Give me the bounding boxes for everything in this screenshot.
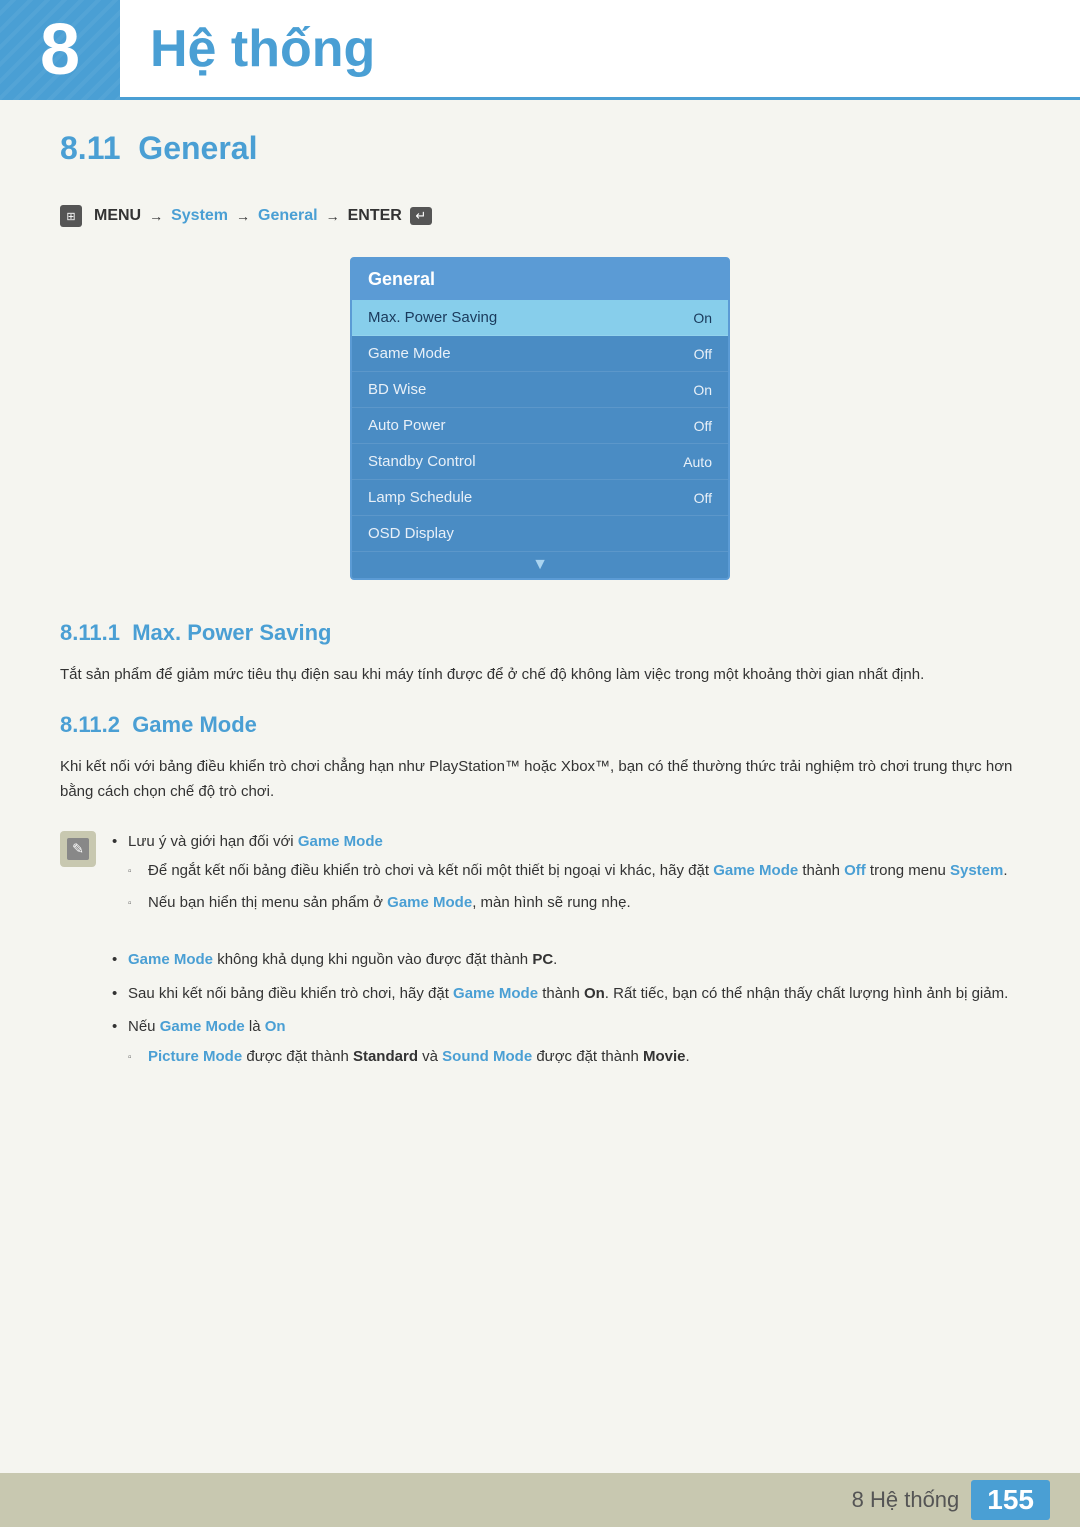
note-bullet-list: Lưu ý và giới hạn đối với Game Mode Để n…	[112, 829, 1020, 916]
on-hl-2: On	[265, 1018, 286, 1035]
bullet-game-mode-pc: Game Mode không khả dụng khi nguồn vào đ…	[112, 947, 1020, 973]
page-number: 155	[971, 1480, 1050, 1520]
section-title: General	[138, 130, 257, 166]
note-sub-item-2: Nếu bạn hiển thị menu sản phẩm ở Game Mo…	[128, 890, 1020, 916]
footer: 8 Hệ thống 155	[0, 1473, 1080, 1527]
sound-mode-hl: Sound Mode	[442, 1048, 532, 1065]
game-mode-hl-6: Game Mode	[160, 1018, 245, 1035]
game-mode-hl-4: Game Mode	[128, 951, 213, 968]
arrow-1: →	[149, 208, 163, 224]
note-section: Lưu ý và giới hạn đối với Game Mode Để n…	[60, 829, 1020, 924]
menu-label: MENU	[94, 207, 141, 225]
item-label-game-mode: Game Mode	[368, 345, 451, 362]
note-sub-item-1: Để ngắt kết nối bảng điều khiển trò chơi…	[128, 858, 1020, 884]
menu-item-game-mode[interactable]: Game Mode Off	[352, 336, 728, 372]
enter-icon	[410, 207, 432, 225]
system-hl: System	[950, 862, 1003, 879]
subsection-812-heading: 8.11.2 Game Mode	[60, 712, 1020, 738]
item-label-bd-wise: BD Wise	[368, 381, 426, 398]
item-value-bd-wise: On	[693, 382, 712, 398]
game-mode-highlight-1: Game Mode	[298, 833, 383, 850]
pc-hl: PC	[532, 951, 553, 968]
menu-system: System	[171, 207, 228, 225]
picture-mode-hl: Picture Mode	[148, 1048, 242, 1065]
scroll-indicator: ▼	[352, 552, 728, 578]
chapter-title: Hệ thống	[150, 19, 375, 79]
menu-item-osd-display[interactable]: OSD Display	[352, 516, 728, 552]
item-label-standby: Standby Control	[368, 453, 476, 470]
subsection-812-body: Khi kết nối với bảng điều khiển trò chơi…	[60, 754, 1020, 805]
standard-hl: Standard	[353, 1048, 418, 1065]
menu-path: ⊞ MENU → System → General → ENTER	[60, 205, 1020, 227]
subsection-812-title: Game Mode	[132, 712, 257, 737]
general-menu: General Max. Power Saving On Game Mode O…	[350, 257, 730, 580]
item-value-max-power: On	[693, 310, 712, 326]
item-label-max-power: Max. Power Saving	[368, 309, 497, 326]
chapter-header: 8 Hệ thống	[0, 0, 1080, 100]
main-content: 8.11 General ⊞ MENU → System → General →…	[0, 130, 1080, 1173]
on-hl: On	[584, 985, 605, 1002]
menu-icon: ⊞	[60, 205, 82, 227]
item-value-lamp: Off	[694, 490, 712, 506]
menu-item-max-power-saving[interactable]: Max. Power Saving On	[352, 300, 728, 336]
menu-general: General	[258, 207, 318, 225]
general-menu-container: General Max. Power Saving On Game Mode O…	[60, 257, 1020, 580]
bullet-game-mode-is-on: Nếu Game Mode là On Picture Mode được đặ…	[112, 1014, 1020, 1069]
menu-item-standby-control[interactable]: Standby Control Auto	[352, 444, 728, 480]
movie-hl: Movie	[643, 1048, 686, 1065]
note-sub-list-1: Để ngắt kết nối bảng điều khiển trò chơi…	[128, 858, 1020, 915]
arrow-3: →	[326, 208, 340, 224]
section-number: 8.11	[60, 130, 121, 166]
game-mode-hl-3: Game Mode	[387, 894, 472, 911]
game-mode-hl-5: Game Mode	[453, 985, 538, 1002]
item-value-auto-power: Off	[694, 418, 712, 434]
pencil-icon	[67, 838, 89, 860]
off-hl-1: Off	[844, 862, 866, 879]
chapter-title-block: Hệ thống	[120, 0, 1080, 100]
sub-item-picture-mode: Picture Mode được đặt thành Standard và …	[128, 1044, 1020, 1070]
menu-item-auto-power[interactable]: Auto Power Off	[352, 408, 728, 444]
subsection-811-number: 8.11.1	[60, 620, 120, 645]
menu-item-lamp-schedule[interactable]: Lamp Schedule Off	[352, 480, 728, 516]
subsection-811-body: Tắt sản phẩm để giảm mức tiêu thụ điện s…	[60, 662, 1020, 688]
chapter-number-block: 8	[0, 0, 120, 100]
item-label-auto-power: Auto Power	[368, 417, 446, 434]
subsection-812-number: 8.11.2	[60, 712, 120, 737]
sub-list-picture-mode: Picture Mode được đặt thành Standard và …	[128, 1044, 1020, 1070]
arrow-2: →	[236, 208, 250, 224]
game-mode-hl-2: Game Mode	[713, 862, 798, 879]
note-item-1: Lưu ý và giới hạn đối với Game Mode Để n…	[112, 829, 1020, 916]
chapter-number: 8	[40, 14, 80, 86]
subsection-811-heading: 8.11.1 Max. Power Saving	[60, 620, 1020, 646]
general-menu-header: General	[352, 259, 728, 300]
additional-bullets: Game Mode không khả dụng khi nguồn vào đ…	[112, 947, 1020, 1069]
note-icon	[60, 831, 96, 867]
menu-enter: ENTER	[348, 207, 402, 225]
section-heading: 8.11 General	[60, 130, 1020, 175]
menu-item-bd-wise[interactable]: BD Wise On	[352, 372, 728, 408]
bullet-game-mode-on: Sau khi kết nối bảng điều khiển trò chơi…	[112, 981, 1020, 1007]
item-label-osd: OSD Display	[368, 525, 454, 542]
item-value-standby: Auto	[683, 454, 712, 470]
footer-text: 8 Hệ thống	[852, 1487, 960, 1513]
subsection-811-title: Max. Power Saving	[132, 620, 331, 645]
note-content: Lưu ý và giới hạn đối với Game Mode Để n…	[112, 829, 1020, 924]
item-value-game-mode: Off	[694, 346, 712, 362]
item-label-lamp: Lamp Schedule	[368, 489, 472, 506]
